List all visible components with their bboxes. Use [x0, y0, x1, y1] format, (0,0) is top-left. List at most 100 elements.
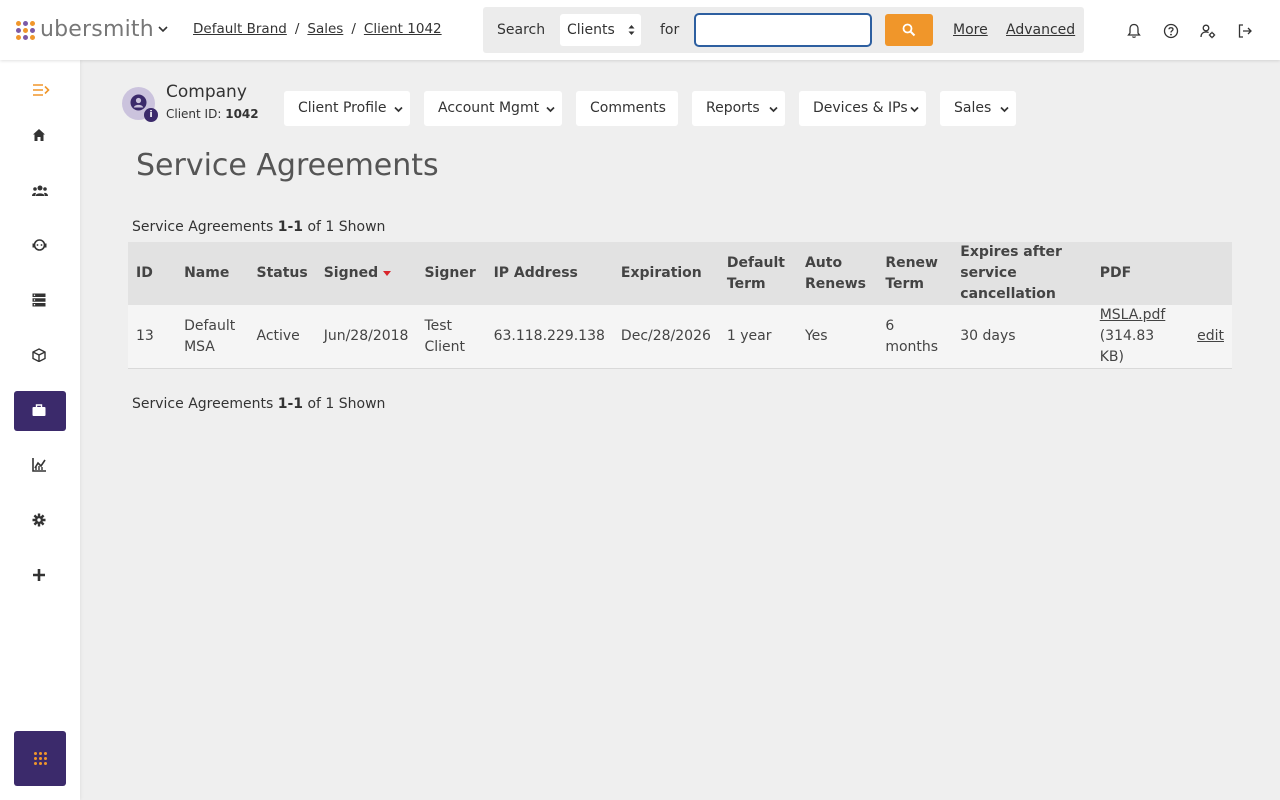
client-id-value: 1042: [225, 107, 259, 121]
results-count-bottom: Service Agreements 1-1 of 1 Shown: [132, 396, 385, 412]
nav-label: Client Profile: [298, 100, 387, 116]
sidebar-item-home[interactable]: [14, 116, 66, 156]
col-signed[interactable]: Signed: [316, 242, 417, 305]
sidebar-item-clients[interactable]: [14, 172, 66, 212]
nav-client-profile[interactable]: Client Profile: [284, 91, 410, 126]
top-bar: ubersmith Default Brand / Sales / Client…: [0, 0, 1280, 60]
cell-signed: Jun/28/2018: [323, 328, 409, 344]
bell-icon[interactable]: [1126, 23, 1142, 39]
cell-name: Default MSA: [184, 317, 236, 355]
home-icon: [33, 129, 45, 141]
more-link[interactable]: More: [953, 22, 988, 38]
col-renew-term[interactable]: Renew Term: [877, 242, 952, 305]
col-signer[interactable]: Signer: [416, 242, 485, 305]
for-label: for: [660, 22, 680, 38]
results-suffix: of 1 Shown: [307, 219, 386, 235]
col-pdf[interactable]: PDF: [1092, 242, 1189, 305]
apps-button[interactable]: [14, 731, 66, 786]
sidebar-toggle[interactable]: [14, 70, 66, 110]
nav-sales[interactable]: Sales: [940, 91, 1016, 126]
breadcrumb-brand[interactable]: Default Brand: [193, 21, 287, 37]
pdf-download-link[interactable]: MSLA.pdf: [1100, 307, 1166, 323]
client-name: Company: [166, 82, 247, 102]
results-range: 1-1: [277, 219, 303, 235]
nav-comments[interactable]: Comments: [576, 91, 678, 126]
search-scope-select[interactable]: Clients: [560, 14, 641, 46]
gear-icon: [32, 513, 46, 527]
nav-label: Account Mgmt: [438, 100, 540, 116]
col-expires-after[interactable]: Expires after service cancellation: [952, 242, 1091, 305]
cell-ip-address: 63.118.229.138: [493, 328, 605, 344]
col-name[interactable]: Name: [176, 242, 248, 305]
briefcase-icon: [32, 404, 46, 416]
results-suffix: of 1 Shown: [307, 396, 386, 412]
support-icon: [32, 239, 47, 251]
nav-devices-ips[interactable]: Devices & IPs: [799, 91, 926, 126]
select-arrows-icon: [628, 25, 635, 35]
info-icon[interactable]: i: [144, 108, 158, 122]
col-ip-address[interactable]: IP Address: [486, 242, 613, 305]
col-signed-label: Signed: [323, 265, 379, 281]
help-icon[interactable]: [1163, 23, 1179, 39]
nav-label: Devices & IPs: [813, 100, 908, 116]
col-expiration[interactable]: Expiration: [613, 242, 719, 305]
search-button[interactable]: [885, 14, 933, 46]
client-id: Client ID: 1042: [166, 107, 259, 121]
col-actions: [1189, 242, 1232, 305]
service-agreements-table: ID Name Status Signed Signer IP Address …: [128, 242, 1232, 369]
col-status[interactable]: Status: [248, 242, 315, 305]
results-prefix: Service Agreements: [132, 396, 274, 412]
cell-auto-renews: Yes: [804, 328, 828, 344]
cell-renew-term: 6 months: [885, 317, 939, 355]
search-bar: Search Clients for More Advanced: [483, 7, 1084, 53]
logo-text: ubersmith: [40, 17, 154, 42]
chevron-down-icon[interactable]: [156, 22, 170, 36]
search-icon: [902, 23, 916, 37]
logout-icon[interactable]: [1237, 23, 1253, 39]
cell-expires-after: 30 days: [960, 328, 1016, 344]
sidebar-item-products[interactable]: [14, 336, 66, 376]
box-icon: [32, 348, 46, 362]
page-title: Service Agreements: [136, 148, 439, 183]
user-settings-icon[interactable]: [1200, 23, 1216, 39]
results-range: 1-1: [277, 396, 303, 412]
nav-account-mgmt[interactable]: Account Mgmt: [424, 91, 562, 126]
col-default-term[interactable]: Default Term: [719, 242, 797, 305]
user-icon: [130, 94, 147, 111]
cell-id: 13: [136, 328, 154, 344]
sidebar-item-add[interactable]: [14, 556, 66, 596]
logo-mark: [16, 20, 35, 40]
breadcrumb-separator: /: [294, 21, 300, 37]
plus-icon: [33, 569, 45, 581]
advanced-link[interactable]: Advanced: [1006, 22, 1075, 38]
nav-label: Reports: [706, 100, 760, 116]
table-header-row: ID Name Status Signed Signer IP Address …: [128, 242, 1232, 305]
sidebar-item-reports[interactable]: [14, 446, 66, 486]
sort-desc-icon: [383, 270, 392, 276]
server-icon: [32, 293, 46, 307]
apps-grid-icon: [34, 752, 47, 765]
breadcrumb: Default Brand / Sales / Client 1042: [193, 21, 442, 37]
edit-link[interactable]: edit: [1197, 328, 1224, 344]
users-icon: [32, 185, 48, 196]
breadcrumb-client[interactable]: Client 1042: [364, 21, 442, 37]
logo[interactable]: ubersmith: [16, 18, 154, 42]
search-scope-value: Clients: [567, 22, 615, 38]
sidebar-item-support[interactable]: [14, 226, 66, 266]
nav-label: Sales: [954, 100, 992, 116]
col-id[interactable]: ID: [128, 242, 176, 305]
col-auto-renews[interactable]: Auto Renews: [797, 242, 877, 305]
cell-actions: edit: [1189, 305, 1232, 369]
menu-collapse-icon: [33, 84, 50, 96]
nav-reports[interactable]: Reports: [692, 91, 785, 126]
chevron-down-icon: [1000, 106, 1009, 113]
chart-icon: [32, 458, 46, 472]
search-input[interactable]: [694, 13, 872, 47]
client-id-label: Client ID:: [166, 107, 222, 121]
sidebar-item-devices[interactable]: [14, 281, 66, 321]
nav-label: Comments: [590, 100, 666, 116]
pdf-size: (314.83 KB): [1099, 328, 1155, 365]
breadcrumb-sales[interactable]: Sales: [307, 21, 343, 37]
sidebar-item-sales[interactable]: [14, 391, 66, 431]
sidebar-item-settings[interactable]: [14, 501, 66, 541]
